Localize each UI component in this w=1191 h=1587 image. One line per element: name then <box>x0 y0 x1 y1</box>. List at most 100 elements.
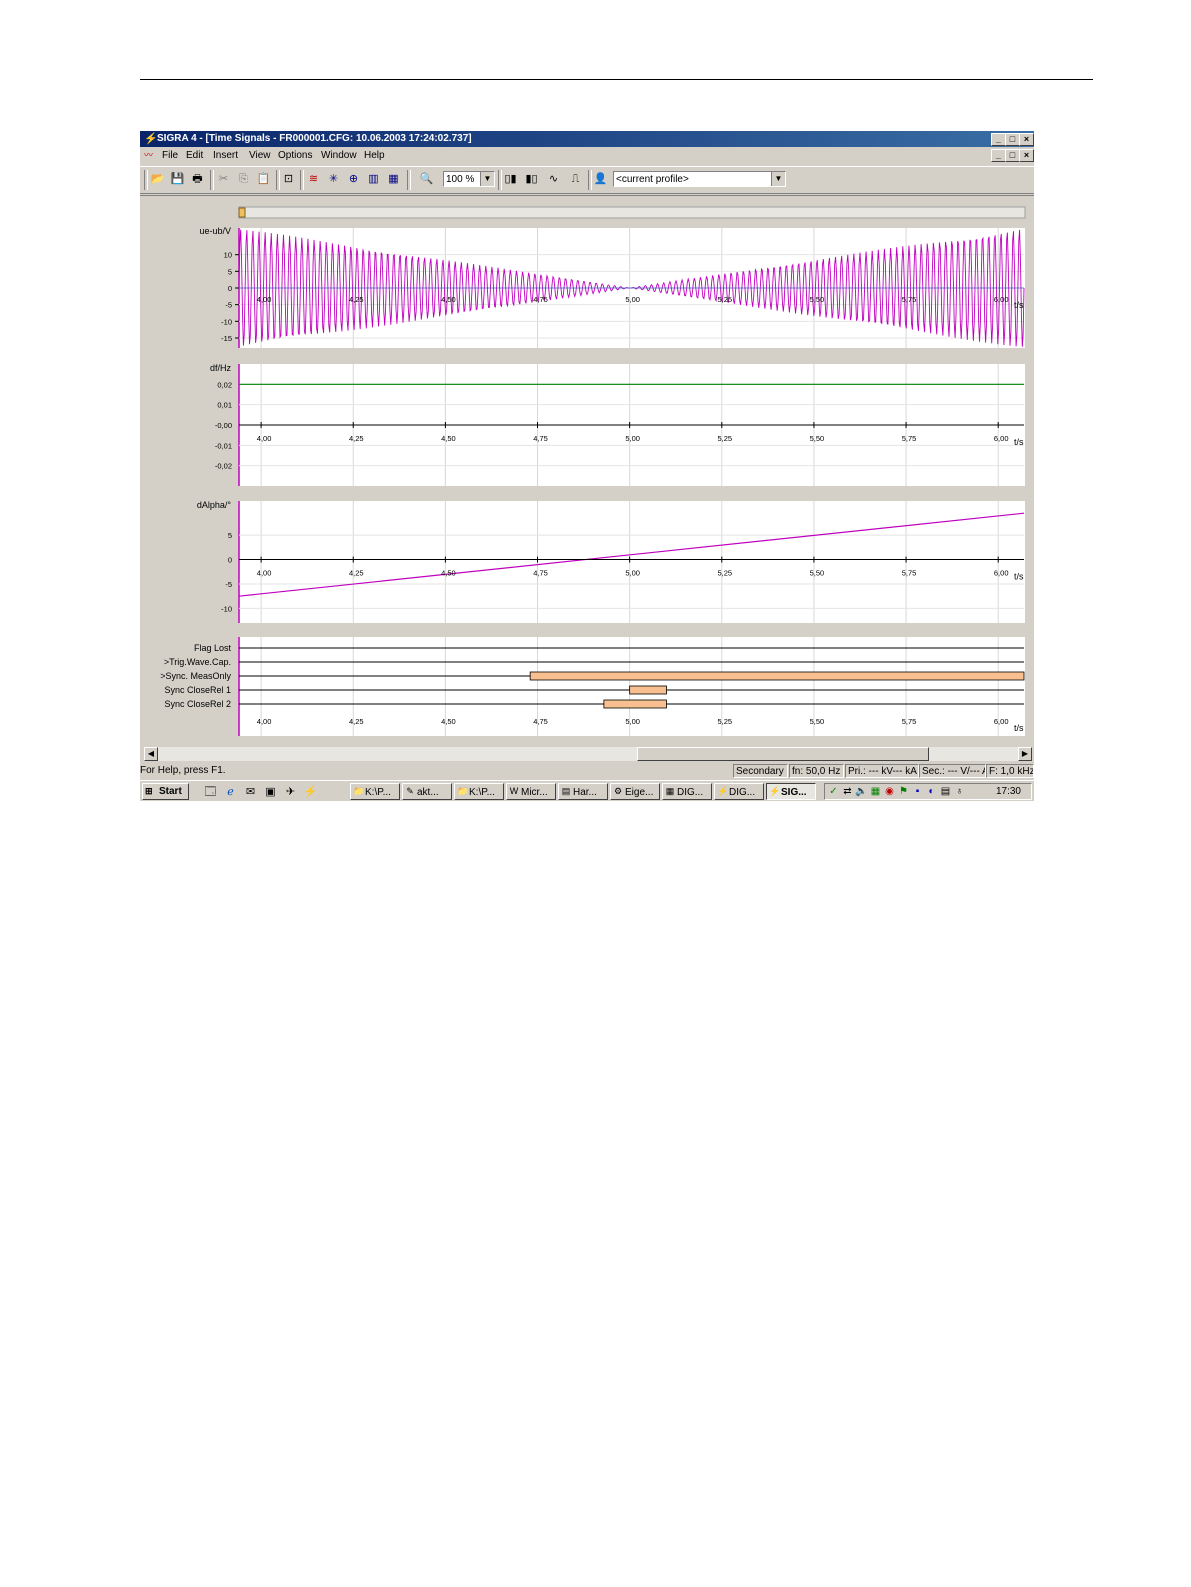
menu-options[interactable]: Options <box>274 148 316 163</box>
task-button[interactable]: ▦ DIG... <box>662 783 712 800</box>
app-icon[interactable]: ▣ <box>263 785 278 799</box>
scroll-left-icon[interactable]: ◀ <box>144 747 158 761</box>
language-icon[interactable]: ▪ <box>911 785 924 798</box>
y-tick-label: 10 <box>224 251 232 260</box>
task-label: akt... <box>417 787 439 798</box>
signal-label: Sync CloseRel 2 <box>164 699 231 709</box>
x-tick-label: 5,00 <box>625 434 640 443</box>
x-tick-label: 4,00 <box>257 295 272 304</box>
sigra-icon: ⚡ <box>769 786 781 796</box>
task-label: Eige... <box>625 787 654 798</box>
x-tick-label: 5,25 <box>717 569 732 578</box>
task-label: DIG... <box>677 787 704 798</box>
menu-file[interactable]: File <box>158 148 182 163</box>
properties-icon: ⚙ <box>613 786 623 796</box>
cursor-1-icon[interactable]: ▯▮ <box>502 171 519 188</box>
menu-insert[interactable]: Insert <box>209 148 242 163</box>
menu-view[interactable]: View <box>245 148 275 163</box>
scroll-right-icon[interactable]: ▶ <box>1018 747 1032 761</box>
vector-icon[interactable]: ✳ <box>325 171 342 188</box>
y-axis-label: ue-ub/V <box>199 226 231 236</box>
sigra-window: ⚡ SIGRA 4 - [Time Signals - FR000001.CFG… <box>140 131 1034 801</box>
doc-minimize-button[interactable]: _ <box>991 149 1006 162</box>
x-tick-label: 5,75 <box>902 434 917 443</box>
status-bar: For Help, press F1. Secondary fn: 50,0 H… <box>140 763 1034 779</box>
menu-help[interactable]: Help <box>360 148 389 163</box>
start-button[interactable]: ⊞ Start <box>142 783 189 800</box>
tray-app-icon[interactable]: ◉ <box>883 785 896 798</box>
cut-icon[interactable]: ✂ <box>215 171 232 188</box>
task-button[interactable]: ⚙ Eige... <box>610 783 660 800</box>
task-label: K:\P... <box>365 787 391 798</box>
tray-app-icon[interactable]: ▦ <box>869 785 882 798</box>
sine-icon[interactable]: ∿ <box>545 171 562 188</box>
x-axis-label: t/s <box>1014 437 1024 447</box>
circle-diagram-icon[interactable]: ⊕ <box>345 171 362 188</box>
profile-icon[interactable]: 👤 <box>592 171 609 188</box>
tray-app-icon[interactable]: ▤ <box>939 785 952 798</box>
scroll-thumb[interactable] <box>637 747 929 761</box>
document-icon[interactable]: 〰 <box>144 150 156 161</box>
app3-icon[interactable]: ⚡ <box>303 785 318 799</box>
desktop-icon[interactable]: 🗔 <box>203 785 218 799</box>
y-tick-label: 5 <box>228 531 232 540</box>
zoom-value: 100 % <box>446 174 475 185</box>
windows-logo-icon: ⊞ <box>145 786 153 796</box>
x-tick-label: 4,50 <box>441 569 456 578</box>
harmonics-icon[interactable]: ▥ <box>365 171 382 188</box>
status-secondary: Sec.: --- V/--- A <box>919 764 986 778</box>
open-icon[interactable]: 📂 <box>149 171 166 188</box>
menu-window[interactable]: Window <box>317 148 361 163</box>
signal-label: Sync CloseRel 1 <box>164 685 231 695</box>
tray-app-icon[interactable]: ⚑ <box>897 785 910 798</box>
task-button[interactable]: 📁 K:\P... <box>454 783 504 800</box>
outlook-icon[interactable]: ✉ <box>243 785 258 799</box>
zoom-select[interactable]: 100 % ▼ <box>443 171 495 187</box>
y-tick-label: 5 <box>228 267 232 276</box>
x-tick-label: 4,00 <box>257 434 272 443</box>
x-tick-label: 5,25 <box>717 295 732 304</box>
x-tick-label: 4,75 <box>533 717 548 726</box>
tray-app-icon[interactable]: ✓ <box>827 785 840 798</box>
task-button[interactable]: W Micr... <box>506 783 556 800</box>
table-icon[interactable]: ▦ <box>385 171 402 188</box>
y-tick-label: -5 <box>225 580 232 589</box>
chevron-down-icon[interactable]: ▼ <box>480 172 494 186</box>
cursor-2-icon[interactable]: ▮▯ <box>523 171 540 188</box>
ie-icon[interactable]: ℯ <box>223 785 238 799</box>
plot-area <box>239 501 1025 623</box>
app2-icon[interactable]: ✈ <box>283 785 298 799</box>
step-icon[interactable]: ⎍ <box>567 171 584 188</box>
task-button-active[interactable]: ⚡ SIG... <box>766 783 816 800</box>
zoom-fit-icon[interactable]: ⊡ <box>280 171 297 188</box>
signal-active-bar <box>603 699 667 709</box>
tray-network-icon[interactable]: ⇄ <box>841 785 854 798</box>
maximize-button[interactable]: □ <box>1005 133 1020 146</box>
paste-icon[interactable]: 📋 <box>255 171 272 188</box>
doc-maximize-button[interactable]: □ <box>1005 149 1020 162</box>
word-icon: W <box>509 786 519 796</box>
time-signals-icon[interactable]: ≋ <box>305 171 322 188</box>
copy-icon[interactable]: ⎘ <box>235 171 252 188</box>
profile-select[interactable]: <current profile> ▼ <box>613 171 786 187</box>
volume-icon[interactable]: 🔈 <box>855 785 868 798</box>
x-tick-label: 5,75 <box>902 295 917 304</box>
y-tick-label: -5 <box>225 301 232 310</box>
x-tick-label: 4,75 <box>533 569 548 578</box>
doc-close-button[interactable]: × <box>1019 149 1034 162</box>
minimize-button[interactable]: _ <box>991 133 1006 146</box>
horizontal-scrollbar[interactable]: ◀ ▶ <box>144 747 1032 761</box>
tray-app-icon[interactable]: ♁ <box>953 785 966 798</box>
task-button[interactable]: 📁 K:\P... <box>350 783 400 800</box>
x-tick-label: 4,25 <box>349 569 364 578</box>
save-icon[interactable]: 💾 <box>169 171 186 188</box>
close-button[interactable]: × <box>1019 133 1034 146</box>
task-button[interactable]: ▤ Har... <box>558 783 608 800</box>
task-button[interactable]: ⚡ DIG... <box>714 783 764 800</box>
menu-edit[interactable]: Edit <box>182 148 207 163</box>
chevron-down-icon[interactable]: ▼ <box>771 172 785 186</box>
tray-app-icon[interactable]: ◐ <box>925 785 938 798</box>
task-button[interactable]: ✎ akt... <box>402 783 452 800</box>
print-icon[interactable]: 🖶 <box>189 171 206 188</box>
zoom-icon[interactable]: 🔍 <box>418 171 435 188</box>
